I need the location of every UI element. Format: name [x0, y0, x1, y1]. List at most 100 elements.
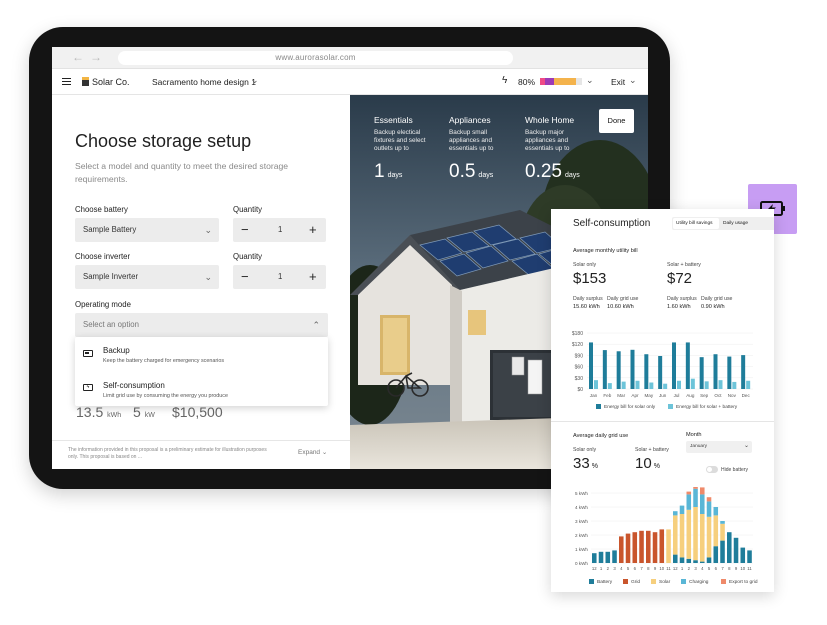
x-tick-label: 2	[688, 566, 691, 571]
forward-icon[interactable]: →	[90, 50, 102, 64]
battery-icon	[83, 350, 93, 357]
expand-button[interactable]: Expand ⌄	[298, 448, 327, 456]
done-button[interactable]: Done	[599, 109, 634, 133]
bar-battery	[612, 550, 617, 563]
bar-charging	[673, 511, 678, 516]
bar-solar-battery	[746, 380, 751, 389]
url-field[interactable]: www.aurorasolar.com	[118, 51, 513, 65]
bar-battery	[605, 551, 611, 563]
bar-solar-only	[741, 355, 746, 389]
bar-export-to-grid	[686, 491, 692, 495]
solar-only-label: Solar only	[573, 262, 597, 268]
bar-grid	[619, 536, 624, 563]
bill-section-title: Average monthly utility bill	[573, 248, 638, 254]
app-header: Solar Co. Sacramento home design 1 ⌄ ϟ 8…	[52, 69, 648, 95]
bar-grid	[625, 533, 631, 563]
battery-select-value: Sample Battery	[83, 225, 137, 234]
x-tick-label: 9	[654, 566, 657, 571]
bar-solar-battery	[635, 380, 640, 389]
tab-utility-bill-savings[interactable]: Utility bill savings	[676, 217, 713, 230]
x-tick-label: 4	[620, 566, 623, 571]
plus-button[interactable]: +	[309, 265, 317, 289]
x-tick-label: 6	[715, 566, 718, 571]
solar-battery-label: Solar + battery	[635, 447, 669, 453]
hide-battery-toggle[interactable]	[706, 466, 718, 473]
bar-solar-only	[685, 342, 690, 389]
month-select[interactable]: January ⌄	[686, 441, 752, 453]
x-tick-label: 7	[640, 566, 643, 571]
chevron-down-icon: ⌄	[204, 225, 212, 235]
bar-export-to-grid	[706, 497, 712, 502]
proposal-footer: The information provided in this proposa…	[52, 440, 350, 469]
battery-percent: 80%	[518, 77, 536, 87]
battery-meter	[540, 78, 582, 85]
tab-daily-usage[interactable]: Daily usage	[723, 217, 748, 230]
plus-button[interactable]: +	[309, 218, 317, 242]
bar-charging	[720, 521, 725, 524]
minus-button[interactable]: −	[241, 265, 249, 289]
x-tick-label: 12	[673, 566, 678, 571]
battery-quantity-stepper: − 1 +	[233, 218, 326, 242]
inverter-quantity-value[interactable]: 1	[278, 265, 282, 289]
exit-button[interactable]: Exit	[611, 77, 625, 87]
grid-section-title: Average daily grid use	[573, 433, 629, 439]
back-icon[interactable]: ←	[72, 50, 84, 64]
bar-charging	[679, 505, 685, 514]
tier-value: 0.5 days	[449, 161, 494, 182]
bar-solar-only	[727, 356, 732, 389]
bar-solar	[673, 515, 678, 555]
y-tick-label: 0 kWh	[575, 561, 588, 566]
page-title: Choose storage setup	[75, 131, 252, 151]
price-value: $10,500	[172, 404, 223, 420]
disclaimer-text: The information provided in this proposa…	[68, 447, 267, 460]
chevron-down-icon[interactable]: ⌄	[629, 75, 637, 86]
chevron-down-icon: ⌄	[204, 272, 212, 282]
legend-solar-only: Energy bill for solar only	[596, 404, 655, 410]
battery-select[interactable]: Sample Battery ⌄	[75, 218, 219, 242]
project-selector[interactable]: Sacramento home design 1	[152, 77, 256, 87]
x-tick-label: 4	[701, 566, 704, 571]
menu-icon[interactable]	[62, 78, 71, 85]
bar-solar	[686, 509, 692, 559]
option-backup[interactable]: Backup Keep the battery charged for emer…	[75, 337, 328, 371]
y-tick-label: $60	[575, 365, 584, 371]
bar-grid	[632, 532, 638, 563]
bar-charging	[700, 494, 705, 514]
y-tick-label: $0	[577, 387, 583, 393]
x-tick-label: 3	[694, 566, 697, 571]
bar-solar-only	[602, 350, 607, 389]
capacity-value: 13.5 kWh	[76, 404, 122, 420]
battery-quantity-value[interactable]: 1	[278, 218, 282, 242]
chevron-down-icon[interactable]: ⌄	[586, 75, 594, 86]
panel-title: Self-consumption	[573, 218, 651, 229]
chevron-down-icon[interactable]: ⌄	[251, 75, 259, 86]
tier-title: Essentials	[374, 115, 413, 125]
option-description: Keep the battery charged for emergency s…	[103, 358, 225, 364]
bar-solar-only	[713, 354, 718, 389]
x-tick-label: 6	[634, 566, 637, 571]
x-tick-label: 3	[613, 566, 616, 571]
battery-quantity-label: Quantity	[233, 205, 263, 214]
option-self-consumption[interactable]: ϟ Self-consumption Limit grid use by con…	[75, 373, 328, 406]
x-tick-label: 10	[659, 566, 664, 571]
tier-description: Backup major appliances and essentials u…	[525, 129, 570, 152]
bar-export-to-grid	[693, 487, 698, 489]
y-tick-label: $30	[575, 376, 584, 382]
inverter-label: Choose inverter	[75, 252, 131, 261]
bar-battery	[747, 550, 752, 563]
bar-battery	[713, 546, 719, 563]
bar-solar	[720, 523, 725, 541]
bar-battery	[706, 557, 712, 563]
stat-label: Daily grid use	[607, 296, 639, 302]
x-tick-label: Sep	[700, 393, 709, 398]
x-tick-label: Feb	[603, 393, 611, 398]
logo-icon	[82, 77, 89, 86]
bar-battery	[693, 560, 698, 563]
browser-bar: ← → www.aurorasolar.com	[52, 47, 648, 69]
minus-button[interactable]: −	[241, 218, 249, 242]
bar-solar-battery	[607, 383, 612, 389]
bar-solar-battery	[663, 383, 668, 389]
operating-mode-select[interactable]: Select an option ⌃	[75, 313, 328, 337]
inverter-select[interactable]: Sample Inverter ⌄	[75, 265, 219, 289]
stat-value: 10.60 kWh	[607, 304, 634, 310]
